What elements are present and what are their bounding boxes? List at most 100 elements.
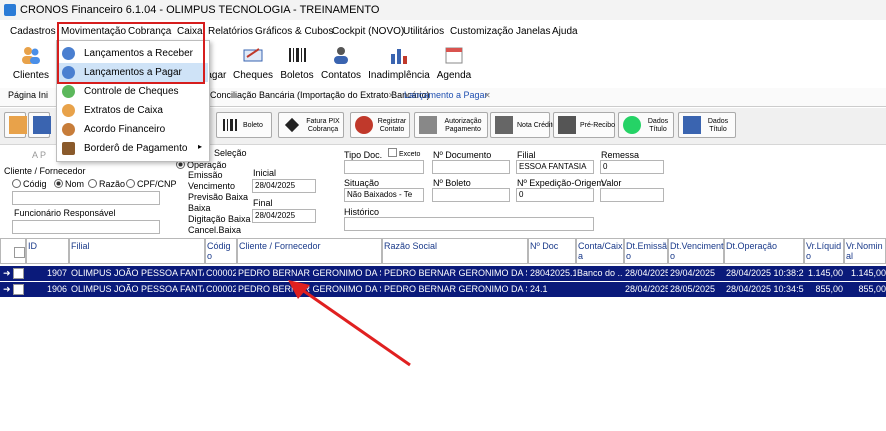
cheques-button[interactable]: Cheques	[232, 42, 274, 86]
clientes-label: Clientes	[12, 70, 50, 81]
registrar-contato-button[interactable]: Registrar Contato	[350, 112, 410, 138]
barcode-icon	[223, 119, 237, 131]
cliente-label: Cliente / Fornecedor	[4, 166, 86, 176]
funcionario-select[interactable]	[12, 220, 160, 234]
add-button[interactable]	[4, 112, 27, 138]
contatos-button[interactable]: Contatos	[320, 42, 362, 86]
menu-relatorios[interactable]: Relatórios	[208, 26, 253, 37]
menu-customizacao[interactable]: Customização	[450, 26, 513, 37]
nexp-input[interactable]: 0	[516, 188, 594, 202]
row-checkbox[interactable]	[13, 268, 24, 279]
inicial-label: Inicial	[253, 168, 277, 178]
menu-janelas[interactable]: Janelas	[516, 26, 550, 37]
col-razao[interactable]: Razão Social	[382, 238, 528, 264]
selecao-option-1[interactable]: Emissão	[188, 170, 223, 180]
situacao-label: Situação	[344, 178, 380, 188]
menu-item-controle-cheques[interactable]: Controle de Cheques	[58, 82, 208, 101]
menu-ajuda[interactable]: Ajuda	[552, 26, 578, 37]
email-icon	[683, 116, 701, 134]
nboleto-input[interactable]	[432, 188, 510, 202]
col-conta[interactable]: Conta/Caix a	[576, 238, 624, 264]
selecao-option-4[interactable]: Baixa	[188, 203, 211, 213]
selecao-label: Seleção	[214, 148, 247, 158]
col-vencimento[interactable]: Dt.Venciment o	[668, 238, 724, 264]
dados-titulo-whatsapp-button[interactable]: Dados Título	[618, 112, 674, 138]
inadimplencia-button[interactable]: Inadimplência	[368, 42, 430, 86]
row-checkbox[interactable]	[13, 284, 24, 295]
menu-cadastros[interactable]: Cadastros	[10, 26, 56, 37]
cliente-input[interactable]	[12, 191, 160, 205]
receipt-icon	[558, 116, 576, 134]
ndoc-input[interactable]	[432, 160, 510, 174]
tab-close-icon[interactable]: ✕	[484, 91, 491, 100]
cliente-opt-cpf[interactable]: CPF/CNP	[126, 179, 177, 189]
valor-input[interactable]	[600, 188, 664, 202]
edit-button[interactable]	[28, 112, 51, 138]
boletos-button[interactable]: Boletos	[280, 42, 314, 86]
menu-utilitarios[interactable]: Utilitários	[403, 26, 444, 37]
contact-icon	[334, 47, 348, 64]
col-filial[interactable]: Filial	[69, 238, 205, 264]
table-row[interactable]: ➜ 1906 OLIMPUS JOÃO PESSOA FANTASIA C000…	[0, 282, 886, 297]
menu-cockpit[interactable]: Cockpit (NOVO)	[332, 26, 404, 37]
partial-label: A P	[32, 150, 47, 160]
titles-grid: ID Filial Códig o Cliente / Fornecedor R…	[0, 238, 886, 431]
clientes-button[interactable]: Clientes	[10, 42, 52, 86]
barcode-icon	[289, 48, 306, 62]
historico-input[interactable]	[344, 217, 594, 231]
menu-item-acordo-financeiro[interactable]: Acordo Financeiro	[58, 120, 208, 139]
col-cliente[interactable]: Cliente / Fornecedor	[237, 238, 382, 264]
final-label: Final	[253, 198, 273, 208]
selecao-option-6[interactable]: Cancel.Baixa	[188, 225, 241, 235]
col-id[interactable]: ID	[26, 238, 69, 264]
table-row[interactable]: ➜ 1907 OLIMPUS JOÃO PESSOA FANTASIA C000…	[0, 266, 886, 281]
selecao-option-2[interactable]: Vencimento	[188, 181, 235, 191]
highlight-box	[57, 22, 205, 84]
exceto-checkbox[interactable]: Exceto	[388, 148, 420, 158]
remessa-input[interactable]: 0	[600, 160, 664, 174]
historico-label: Histórico	[344, 207, 380, 217]
contact-icon	[355, 116, 373, 134]
tab-conciliacao[interactable]: Conciliação Bancária (Importação do Extr…	[210, 90, 430, 100]
col-liquido[interactable]: Vr.Líquid o	[804, 238, 844, 264]
col-emissao[interactable]: Dt.Emissã o	[624, 238, 668, 264]
cliente-opt-codigo[interactable]: Códig	[12, 179, 47, 189]
select-all-header[interactable]	[0, 238, 26, 264]
tab-close-icon[interactable]: ✕	[388, 91, 395, 100]
cliente-opt-nome[interactable]: Nom	[54, 179, 84, 189]
coins-icon	[62, 104, 75, 117]
menu-item-bordero-pagamento[interactable]: Borderô de Pagamento ▸	[58, 139, 208, 158]
final-date-field[interactable]: 28/04/2025	[252, 209, 316, 223]
autorizacao-pagamento-button[interactable]: Autorização Pagamento	[414, 112, 488, 138]
contatos-label: Contatos	[320, 70, 362, 81]
pre-recibo-button[interactable]: Pré-Recibo	[553, 112, 615, 138]
selecao-option-5[interactable]: Digitação Baixa	[188, 214, 251, 224]
agenda-button[interactable]: Agenda	[436, 42, 472, 86]
nota-credito-button[interactable]: Nota Crédito	[490, 112, 556, 138]
dados-titulo-email-button[interactable]: Dados Título	[678, 112, 736, 138]
tipodoc-select[interactable]	[344, 160, 424, 174]
cliente-opt-razao[interactable]: Razão	[88, 179, 125, 189]
row-indicator-icon: ➜	[3, 268, 11, 278]
inicial-date-field[interactable]: 28/04/2025	[252, 179, 316, 193]
col-operacao[interactable]: Dt.Operação	[724, 238, 804, 264]
fatura-pix-button[interactable]: Fatura PIX Cobrança	[278, 112, 344, 138]
menu-graficos[interactable]: Gráficos & Cubos	[255, 26, 333, 37]
agenda-label: Agenda	[436, 70, 472, 81]
bar-chart-icon	[391, 49, 407, 64]
menu-item-extratos-caixa[interactable]: Extratos de Caixa	[58, 101, 208, 120]
filial-select[interactable]: ESSOA FANTASIA	[516, 160, 594, 174]
col-codigo[interactable]: Códig o	[205, 238, 237, 264]
tab-pagina-inicial[interactable]: Página Ini	[8, 90, 48, 100]
situacao-select[interactable]: Não Baixados - Te	[344, 188, 424, 202]
title-bar: CRONOS Financeiro 6.1.04 - OLIMPUS TECNO…	[0, 0, 886, 20]
selecao-option-3[interactable]: Previsão Baixa	[188, 192, 248, 202]
nexp-label: Nº Expedição-Origem	[517, 178, 604, 188]
tab-lancamento-pagar[interactable]: Lançamento a Pagar	[404, 90, 488, 100]
col-ndoc[interactable]: Nº Doc	[528, 238, 576, 264]
boleto-button[interactable]: Boleto	[216, 112, 272, 138]
submenu-arrow-icon: ▸	[197, 142, 202, 151]
col-nominal[interactable]: Vr.Nomin al	[844, 238, 886, 264]
pix-icon	[284, 117, 300, 133]
select-all-checkbox[interactable]	[14, 247, 25, 258]
